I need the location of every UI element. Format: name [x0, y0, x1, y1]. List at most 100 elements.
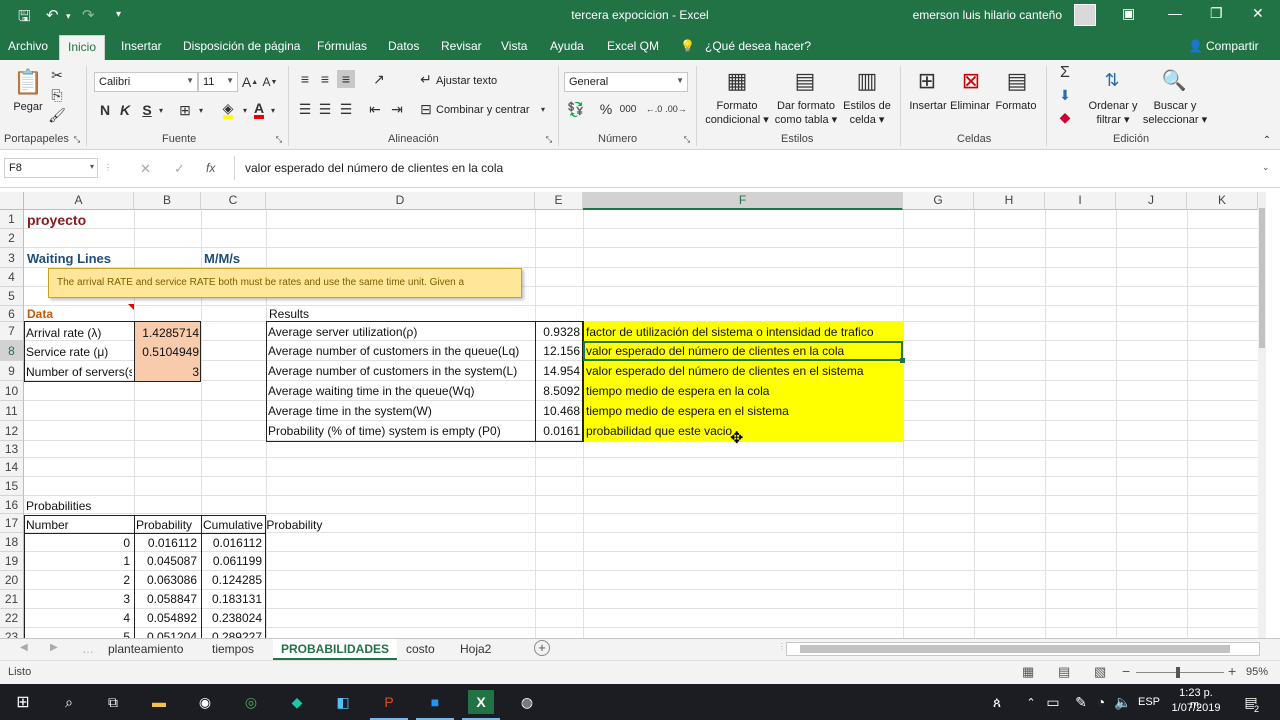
result-label[interactable]: Average number of customers in the queue… [268, 343, 519, 360]
cell-a1[interactable]: proyecto [27, 212, 86, 229]
spreadsheet-grid[interactable]: A B C D E F G H I J K 1 2 3 4 5 6 7 8 9 10 11 12 13 1… [0, 188, 1266, 638]
merge-center-button[interactable]: Combinar y centrar [436, 103, 530, 117]
row-header-16[interactable]: 16 [0, 496, 24, 514]
enter-icon[interactable]: ✓ [174, 161, 185, 177]
column-header-i[interactable]: I [1045, 192, 1116, 210]
row-header-11[interactable]: 11 [0, 401, 24, 421]
align-top-icon[interactable]: ≡ [296, 70, 314, 88]
font-name-select[interactable]: Calibri ▼ [94, 72, 198, 92]
result-value[interactable]: 12.156 [537, 343, 580, 360]
font-size-select[interactable]: 11 ▼ [198, 72, 238, 92]
prob-cell[interactable]: 1 [26, 553, 130, 570]
fill-icon[interactable]: ⬇ [1056, 86, 1074, 104]
user-name[interactable]: emerson luis hilario canteño [913, 8, 1062, 22]
find-select-icon[interactable]: 🔍 [1160, 66, 1188, 94]
merge-dropdown-icon[interactable]: ▾ [538, 100, 548, 118]
select-all-corner[interactable] [0, 192, 24, 210]
result-value[interactable]: 14.954 [537, 363, 580, 380]
windows-start-icon[interactable]: ⊞ [10, 690, 36, 714]
result-note[interactable]: probabilidad que este vacio [586, 423, 732, 440]
conditional-format-icon[interactable]: ▦ [722, 66, 752, 96]
input-value[interactable]: 3 [136, 364, 199, 381]
search-icon[interactable]: ⌕ [56, 690, 82, 714]
result-label[interactable]: Average server utilization(ρ) [268, 324, 417, 341]
avatar[interactable] [1074, 4, 1096, 26]
orientation-icon[interactable]: ↗ [368, 70, 390, 88]
row-header-8[interactable]: 8 [0, 341, 24, 361]
prob-cell[interactable]: 0.054892 [136, 610, 197, 627]
row-header-20[interactable]: 20 [0, 571, 24, 590]
delete-cells-icon[interactable]: ⊠ [956, 66, 986, 96]
format-table-icon[interactable]: ▤ [790, 66, 820, 96]
result-note[interactable]: valor esperado del número de clientes en… [586, 363, 864, 380]
insert-cells-button[interactable]: Insertar [906, 99, 950, 113]
fill-color-icon[interactable]: ◈ [218, 100, 238, 120]
maximize-icon[interactable]: ❐ [1210, 5, 1223, 22]
more-sheets-icon[interactable]: … [82, 642, 94, 656]
prob-header-number[interactable]: Number [26, 517, 69, 534]
sheet-tab-planteamiento[interactable]: planteamiento [108, 642, 183, 656]
column-header-h[interactable]: H [974, 192, 1045, 210]
dialog-launcher-icon[interactable]: ⤡ [682, 134, 692, 146]
paste-icon[interactable]: 📋 [12, 66, 44, 98]
prob-cell[interactable]: 0.045087 [136, 553, 197, 570]
format-cells-icon[interactable]: ▤ [1002, 66, 1032, 96]
file-explorer-icon[interactable]: ▬ [146, 690, 172, 714]
prob-cell[interactable]: 0.289227 [203, 629, 262, 638]
prob-cell[interactable]: 0.183131 [203, 591, 262, 608]
result-note[interactable]: factor de utilización del sistema o inte… [586, 324, 874, 341]
insert-function-icon[interactable]: fx [206, 161, 215, 175]
increase-decimal-icon[interactable]: ←.0 [644, 100, 664, 118]
zoom-level[interactable]: 95% [1246, 666, 1268, 678]
app-icon[interactable]: ◧ [330, 690, 356, 714]
column-header-k[interactable]: K [1187, 192, 1258, 210]
result-label[interactable]: Average number of customers in the syste… [268, 363, 517, 380]
input-value[interactable]: 0.5104949 [136, 344, 199, 361]
prob-cell[interactable]: 0.061199 [203, 553, 262, 570]
row-header-15[interactable]: 15 [0, 477, 24, 496]
page-layout-icon[interactable]: ▤ [1058, 664, 1070, 680]
column-header-g[interactable]: G [903, 192, 974, 210]
dialog-launcher-icon[interactable]: ⤡ [544, 134, 554, 146]
result-note[interactable]: tiempo medio de espera en la cola [586, 383, 769, 400]
notification-center-icon[interactable]: ▤ [1238, 690, 1264, 714]
delete-cells-button[interactable]: Eliminar [948, 99, 992, 113]
input-value[interactable]: 1.4285714 [136, 325, 199, 342]
row-header-2[interactable]: 2 [0, 229, 24, 248]
row-header-23[interactable]: 23 [0, 628, 24, 638]
conditional-format-button[interactable]: Formato condicional ▾ [702, 99, 772, 127]
result-label[interactable]: Probability (% of time) system is empty … [268, 423, 501, 440]
tab-formulas[interactable]: Fórmulas [317, 39, 367, 53]
comma-style-icon[interactable]: 000 [618, 100, 638, 118]
paste-button[interactable]: Pegar [8, 100, 48, 114]
copy-icon[interactable]: ⎘ [48, 86, 66, 104]
row-header-22[interactable]: 22 [0, 609, 24, 628]
cell-d6[interactable]: Results [269, 306, 309, 323]
normal-view-icon[interactable]: ▦ [1022, 664, 1034, 680]
clear-icon[interactable]: ◆ [1056, 108, 1074, 126]
volume-icon[interactable]: 🔈 [1110, 690, 1136, 714]
format-cells-button[interactable]: Formato [994, 99, 1038, 113]
tab-inicio[interactable]: Inicio [59, 35, 106, 61]
dialog-launcher-icon[interactable]: ⤡ [72, 134, 82, 146]
result-note[interactable]: valor esperado del número de clientes en… [586, 343, 844, 360]
sort-filter-button[interactable]: Ordenar y filtrar ▾ [1082, 99, 1144, 127]
prob-cell[interactable]: 0.238024 [203, 610, 262, 627]
dialog-launcher-icon[interactable]: ⤡ [274, 134, 284, 146]
cancel-icon[interactable]: ✕ [140, 161, 151, 177]
cell-a3[interactable]: Waiting Lines [27, 250, 111, 267]
row-header-3[interactable]: 3 [0, 248, 24, 268]
prev-sheet-icon[interactable]: ◀ [20, 642, 28, 653]
wrap-text-icon[interactable]: ↵ [418, 70, 434, 88]
row-header-17[interactable]: 17 [0, 514, 24, 533]
prob-cell[interactable]: 0.016112 [136, 535, 197, 552]
result-note[interactable]: tiempo medio de espera en el sistema [586, 403, 789, 420]
close-icon[interactable]: ✕ [1252, 5, 1264, 22]
comment-indicator-icon[interactable] [128, 304, 134, 310]
bold-button[interactable]: N [98, 100, 112, 120]
sort-filter-icon[interactable]: ⇅ [1098, 66, 1126, 94]
next-sheet-icon[interactable]: ▶ [50, 642, 58, 653]
decrease-font-icon[interactable]: A ▼ [262, 72, 278, 92]
task-view-icon[interactable]: ⧉ [100, 690, 126, 714]
column-header-c[interactable]: C [201, 192, 266, 210]
